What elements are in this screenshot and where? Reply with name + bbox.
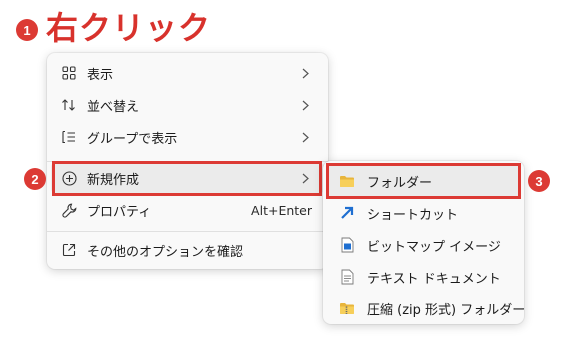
menu-separator (47, 231, 328, 232)
submenu-item-bitmap[interactable]: ビットマップ イメージ (327, 229, 520, 261)
menu-item-more-options[interactable]: その他のオプションを確認 (51, 236, 324, 264)
grid-icon (61, 65, 77, 81)
highlight-frame-new (52, 161, 322, 196)
wrench-icon (61, 202, 77, 218)
sort-icon (61, 97, 77, 113)
open-external-icon (61, 242, 77, 258)
menu-item-label: 表示 (87, 67, 114, 83)
zip-folder-icon (339, 300, 355, 316)
step-1-badge: 1 (16, 19, 38, 41)
chevron-right-icon (302, 68, 312, 79)
menu-item-label: グループで表示 (87, 131, 178, 147)
menu-item-properties[interactable]: プロパティ Alt+Enter (51, 196, 324, 224)
submenu-item-label: ビットマップ イメージ (367, 239, 501, 255)
menu-item-view[interactable]: 表示 (51, 59, 324, 87)
submenu-item-text[interactable]: テキスト ドキュメント (327, 261, 520, 293)
submenu-item-shortcut[interactable]: ショートカット (327, 197, 520, 229)
menu-item-label: プロパティ (87, 204, 152, 220)
menu-item-label: その他のオプションを確認 (87, 244, 244, 260)
shortcut-label: Alt+Enter (251, 202, 312, 218)
page-heading: 右クリック (46, 9, 212, 47)
text-file-icon (339, 269, 355, 285)
shortcut-arrow-icon (339, 205, 355, 221)
group-list-icon (61, 129, 77, 145)
submenu-item-label: ショートカット (367, 207, 459, 223)
step-3-badge: 3 (528, 170, 550, 192)
menu-item-label: 並べ替え (87, 99, 140, 115)
step-2-badge: 2 (24, 168, 46, 190)
bitmap-file-icon (339, 237, 355, 253)
submenu-item-label: テキスト ドキュメント (367, 271, 501, 287)
chevron-right-icon (302, 132, 312, 143)
highlight-frame-folder (326, 163, 521, 199)
chevron-right-icon (302, 100, 312, 111)
menu-item-sort[interactable]: 並べ替え (51, 91, 324, 119)
submenu-item-zip[interactable]: 圧縮 (zip 形式) フォルダー (327, 292, 525, 324)
menu-item-group-by[interactable]: グループで表示 (51, 123, 324, 151)
submenu-item-label: 圧縮 (zip 形式) フォルダー (367, 302, 526, 318)
